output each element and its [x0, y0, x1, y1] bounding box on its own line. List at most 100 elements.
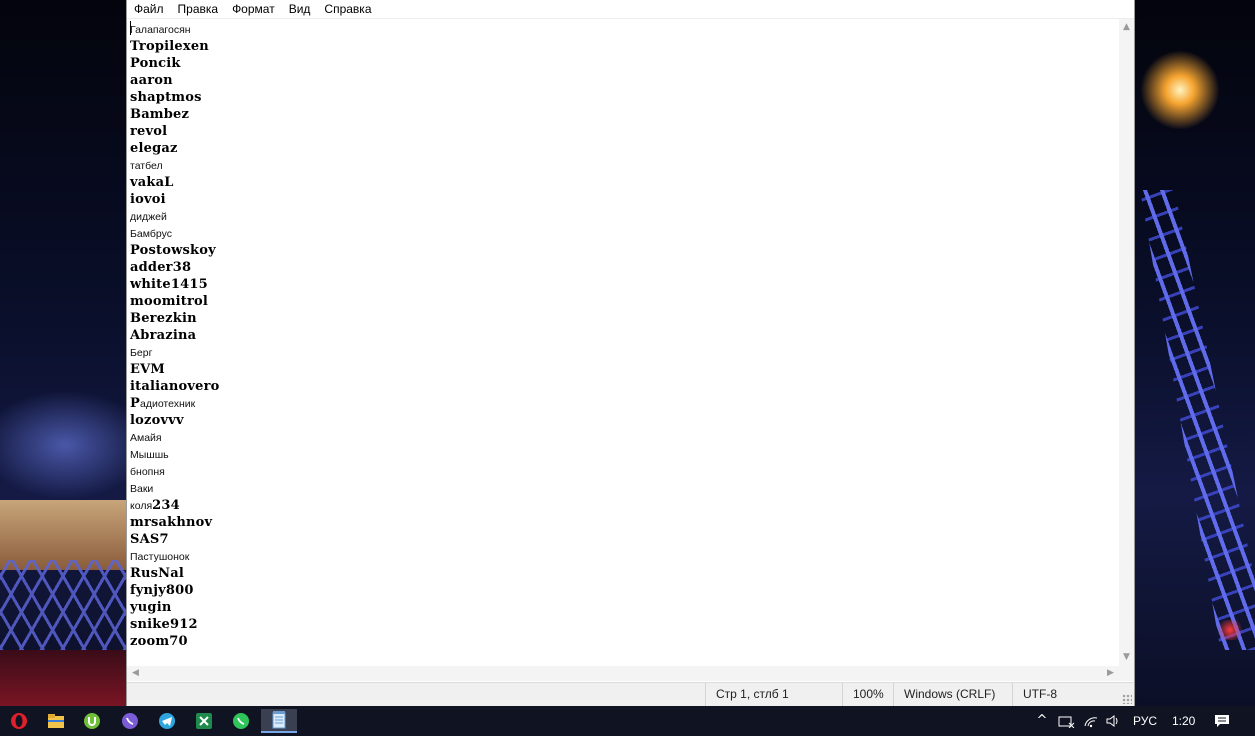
text-segment: Амайя [130, 432, 162, 444]
text-line: SAS7 [130, 529, 169, 547]
text-segment: moomitrol [130, 294, 209, 309]
text-line: Berezkin [130, 308, 197, 326]
text-line: adder38 [130, 257, 192, 275]
text-segment: snike912 [130, 617, 198, 632]
text-segment: Берг [130, 347, 153, 359]
text-segment: adder38 [130, 260, 192, 275]
text-segment: Postowskoy [130, 243, 216, 258]
scroll-down-icon[interactable]: ▼ [1122, 653, 1131, 662]
text-editor-area[interactable]: Галапагосян Tropilexen Poncik aaron shaptmos… [127, 19, 1119, 666]
text-segment: lozovvv [130, 413, 184, 428]
text-line: Poncik [130, 53, 181, 71]
text-segment: aaron [130, 73, 173, 88]
text-line: moomitrol [130, 291, 209, 309]
status-zoom: 100% [842, 683, 894, 706]
taskbar-file-explorer[interactable] [41, 709, 71, 733]
text-line: white1415 [130, 274, 208, 292]
clock-time[interactable]: 1:20 [1172, 706, 1195, 736]
network-disconnected-icon[interactable] [1056, 706, 1076, 736]
text-line: RusNal [130, 563, 185, 581]
text-segment: Tropilexen [130, 39, 209, 54]
taskbar-whatsapp[interactable] [226, 709, 256, 733]
text-segment: диджей [130, 211, 167, 223]
wifi-icon[interactable] [1082, 706, 1100, 736]
text-line: диджей [130, 206, 167, 223]
taskbar-notepad[interactable] [261, 709, 297, 733]
status-encoding: UTF-8 [1012, 683, 1134, 706]
text-segment: Bambez [130, 107, 190, 122]
whatsapp-icon [233, 713, 249, 729]
text-segment: Галапагосян [130, 24, 191, 36]
menu-bar: Файл Правка Формат Вид Справка [127, 0, 1134, 19]
text-line: revol [130, 121, 168, 139]
menu-edit[interactable]: Правка [171, 0, 226, 18]
text-segment: Poncik [130, 56, 181, 71]
text-segment: fynjy800 [130, 583, 194, 598]
text-segment: Пастушонок [130, 551, 190, 563]
text-line: mrsakhnov [130, 512, 213, 530]
show-hidden-icons-chevron-icon[interactable]: ^ [1034, 706, 1050, 736]
text-line: vakaL [130, 172, 174, 190]
taskbar-excel[interactable] [189, 709, 219, 733]
text-segment: Abrazina [130, 328, 197, 343]
text-line: Берг [130, 342, 152, 359]
excel-icon [196, 713, 212, 729]
text-line: Бамбрус [130, 223, 172, 240]
text-segment: white1415 [130, 277, 208, 292]
scroll-left-icon[interactable]: ◀ [131, 669, 140, 678]
resize-grip-icon[interactable] [1122, 694, 1132, 704]
text-line: Abrazina [130, 325, 197, 343]
status-cursor-position: Стр 1, стлб 1 [705, 683, 845, 706]
opera-icon [11, 713, 27, 729]
text-segment: vakaL [130, 175, 174, 190]
text-line: fynjy800 [130, 580, 194, 598]
text-line: snike912 [130, 614, 198, 632]
text-line: Tropilexen [130, 36, 209, 54]
text-line: Pадиотехник [130, 393, 196, 411]
scroll-right-icon[interactable]: ▶ [1106, 669, 1115, 678]
text-segment: SAS7 [130, 532, 169, 547]
text-line: Пастушонок [130, 546, 189, 563]
scroll-up-icon[interactable]: ▲ [1122, 23, 1131, 32]
language-indicator[interactable]: РУС [1133, 706, 1157, 736]
wallpaper-moon [1140, 50, 1220, 130]
menu-help[interactable]: Справка [317, 0, 378, 18]
telegram-icon [159, 713, 175, 729]
taskbar-viber[interactable] [115, 709, 145, 733]
text-line: aaron [130, 70, 173, 88]
text-segment: адиотехник [139, 398, 196, 410]
taskbar-opera[interactable] [4, 709, 34, 733]
taskbar-telegram[interactable] [152, 709, 182, 733]
horizontal-scrollbar[interactable]: ◀ ▶ [127, 666, 1119, 681]
text-segment: EVM [130, 362, 165, 377]
text-segment: zoom70 [130, 634, 188, 649]
text-line: yugin [130, 597, 172, 615]
text-segment: 234 [152, 498, 180, 513]
text-segment: italianovero [130, 379, 220, 394]
text-segment: elegaz [130, 141, 178, 156]
volume-icon[interactable] [1104, 706, 1122, 736]
menu-file[interactable]: Файл [127, 0, 171, 18]
action-center-icon[interactable] [1211, 706, 1233, 736]
text-line: татбел [130, 155, 163, 172]
text-segment: Бамбрус [130, 228, 172, 240]
status-bar: Стр 1, стлб 1 100% Windows (CRLF) UTF-8 [127, 682, 1134, 706]
text-line: Bambez [130, 104, 190, 122]
taskbar-utorrent[interactable] [77, 709, 107, 733]
text-segment: shaptmos [130, 90, 202, 105]
vertical-scrollbar[interactable]: ▲ ▼ [1119, 19, 1134, 666]
menu-format[interactable]: Формат [225, 0, 282, 18]
text-segment: revol [130, 124, 168, 139]
text-line: italianovero [130, 376, 220, 394]
text-line: iovoi [130, 189, 166, 207]
text-segment: бнопня [130, 466, 165, 478]
text-line: Ваки [130, 478, 153, 495]
text-segment: yugin [130, 600, 172, 615]
text-segment: mrsakhnov [130, 515, 213, 530]
menu-view[interactable]: Вид [282, 0, 318, 18]
text-segment: Мышшь [130, 449, 169, 461]
text-segment: RusNal [130, 566, 185, 581]
text-line: Амайя [130, 427, 162, 444]
text-line: Галапагосян [130, 19, 191, 36]
text-line: Мышшь [130, 444, 169, 461]
